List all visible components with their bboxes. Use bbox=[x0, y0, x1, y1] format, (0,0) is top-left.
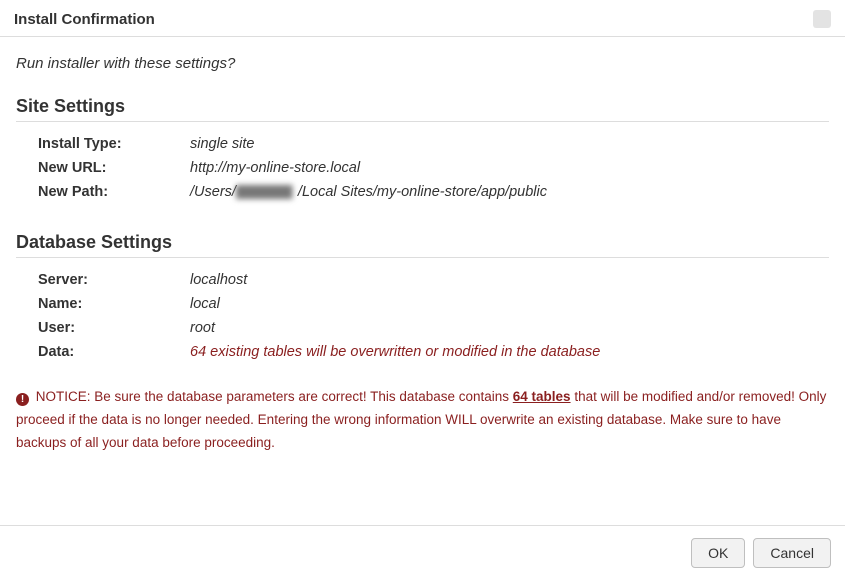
value-name: local bbox=[190, 296, 220, 312]
path-prefix: /Users/ bbox=[190, 184, 236, 200]
row-server: Server: localhost bbox=[38, 268, 829, 292]
row-user: User: root bbox=[38, 316, 829, 340]
warning-icon: ! bbox=[16, 393, 29, 406]
database-settings-table: Server: localhost Name: local User: root… bbox=[38, 268, 829, 364]
confirmation-prompt: Run installer with these settings? bbox=[16, 55, 829, 72]
value-user: root bbox=[190, 320, 215, 336]
value-new-path: /Users/██████/Local Sites/my-online-stor… bbox=[190, 184, 547, 200]
label-user: User: bbox=[38, 320, 190, 336]
value-new-url: http://my-online-store.local bbox=[190, 160, 360, 176]
row-new-url: New URL: http://my-online-store.local bbox=[38, 156, 829, 180]
label-server: Server: bbox=[38, 272, 190, 288]
label-new-path: New Path: bbox=[38, 184, 190, 200]
label-data: Data: bbox=[38, 344, 190, 360]
ok-button[interactable]: OK bbox=[691, 538, 745, 568]
dialog-content: Run installer with these settings? Site … bbox=[0, 37, 845, 479]
path-redacted: ██████ bbox=[236, 185, 298, 199]
label-new-url: New URL: bbox=[38, 160, 190, 176]
divider bbox=[16, 121, 829, 122]
divider bbox=[16, 257, 829, 258]
label-install-type: Install Type: bbox=[38, 136, 190, 152]
site-settings-table: Install Type: single site New URL: http:… bbox=[38, 132, 829, 204]
row-new-path: New Path: /Users/██████/Local Sites/my-o… bbox=[38, 180, 829, 204]
dialog-header: Install Confirmation bbox=[0, 0, 845, 37]
notice-text-strong: 64 tables bbox=[513, 389, 571, 404]
path-suffix: /Local Sites/my-online-store/app/public bbox=[298, 184, 547, 200]
section-title-site: Site Settings bbox=[16, 96, 829, 117]
notice-block: ! NOTICE: Be sure the database parameter… bbox=[16, 382, 829, 469]
cancel-button[interactable]: Cancel bbox=[753, 538, 831, 568]
dialog-footer: OK Cancel bbox=[0, 525, 845, 580]
value-data: 64 existing tables will be overwritten o… bbox=[190, 344, 600, 360]
value-server: localhost bbox=[190, 272, 247, 288]
row-install-type: Install Type: single site bbox=[38, 132, 829, 156]
close-icon[interactable] bbox=[813, 10, 831, 28]
row-name: Name: local bbox=[38, 292, 829, 316]
notice-text-pre: NOTICE: Be sure the database parameters … bbox=[36, 389, 513, 404]
value-install-type: single site bbox=[190, 136, 254, 152]
label-name: Name: bbox=[38, 296, 190, 312]
dialog-title: Install Confirmation bbox=[14, 11, 155, 28]
section-title-database: Database Settings bbox=[16, 232, 829, 253]
row-data: Data: 64 existing tables will be overwri… bbox=[38, 340, 829, 364]
